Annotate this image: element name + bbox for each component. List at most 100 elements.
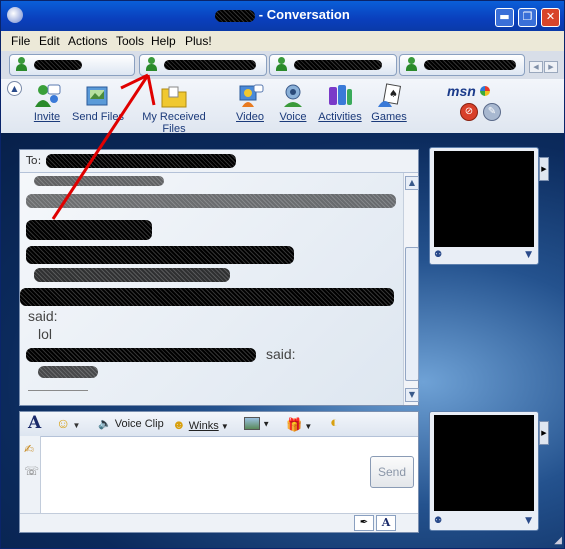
- redacted-recipient: [46, 154, 236, 168]
- chevron-down-icon: ▼: [525, 516, 532, 526]
- speaker-icon: 🔈: [98, 418, 112, 430]
- compose-footer: ✒ A: [20, 513, 418, 532]
- handwriting-icon[interactable]: ✍: [24, 442, 34, 456]
- send-button[interactable]: Send: [370, 456, 414, 488]
- contact-icon: [145, 57, 157, 71]
- message-line: said:: [28, 308, 58, 324]
- send-files-button[interactable]: Send Files: [69, 83, 127, 123]
- video-button[interactable]: Video: [233, 83, 267, 123]
- menu-actions[interactable]: Actions: [68, 34, 107, 48]
- display-picture-footer: ⚉ ▼: [434, 250, 534, 262]
- voice-icon: [284, 84, 302, 107]
- gift-button[interactable]: 🎁 ▼: [286, 417, 312, 433]
- activities-button[interactable]: Activities: [316, 83, 364, 123]
- voice-clip-button[interactable]: 🔈 Voice Clip: [98, 417, 164, 430]
- chevron-down-icon: ▼: [525, 250, 532, 260]
- resize-grip[interactable]: ◢: [554, 535, 562, 546]
- message-line: lol: [38, 326, 53, 342]
- scroll-down-button[interactable]: ▼: [405, 388, 419, 402]
- divider: [28, 390, 88, 391]
- scroll-up-button[interactable]: ▲: [405, 176, 419, 190]
- butterfly-icon: [479, 86, 490, 96]
- gift-icon: 🎁: [286, 417, 303, 432]
- msn-logo-text: msn: [447, 83, 476, 99]
- message-input[interactable]: [42, 436, 364, 514]
- contact-tab[interactable]: [139, 54, 267, 76]
- emoticon-button[interactable]: ☺ ▼: [56, 415, 80, 431]
- camera-icon: ⚉: [434, 250, 443, 260]
- redacted-name: [215, 9, 256, 22]
- send-files-icon: [86, 86, 108, 106]
- activities-icon: [329, 85, 352, 105]
- received-files-button[interactable]: My Received Files: [130, 83, 218, 135]
- conversation-area: To: said: lol said: ▲ ▼ A ☺ ▼ 🔈 Voice Cl…: [1, 133, 564, 548]
- history-scrollbar[interactable]: ▲ ▼: [403, 173, 419, 405]
- block-button[interactable]: ⊘: [460, 103, 478, 121]
- tab-scroll-left-button[interactable]: ◀: [529, 61, 543, 73]
- svg-text:♠: ♠: [389, 89, 398, 100]
- background-button[interactable]: ✎: [483, 103, 501, 121]
- contact-tab[interactable]: [269, 54, 397, 76]
- games-button[interactable]: ♠ Games: [371, 83, 407, 123]
- redacted-message: [26, 246, 294, 264]
- contact-tab[interactable]: [9, 54, 135, 76]
- voice-button[interactable]: Voice: [277, 83, 309, 123]
- nudge-button[interactable]: ◐: [330, 414, 339, 431]
- collapse-dp-button[interactable]: ▶: [539, 157, 549, 181]
- compose-toolbar: A ☺ ▼ 🔈 Voice Clip ☻ Winks ▼ ▼ 🎁 ▼ ◐: [20, 412, 418, 437]
- font-button[interactable]: A: [28, 413, 41, 433]
- display-picture-image: [434, 151, 534, 247]
- winks-button[interactable]: ☻ Winks ▼: [172, 417, 229, 432]
- picture-icon: [244, 417, 260, 430]
- menu-edit[interactable]: Edit: [39, 34, 60, 48]
- winks-label: Winks: [188, 420, 219, 432]
- minimize-button[interactable]: ▬: [495, 8, 514, 27]
- menu-file[interactable]: File: [11, 34, 30, 48]
- invite-icon: [35, 84, 61, 107]
- send-files-label: Send Files: [72, 111, 124, 123]
- menu-plus[interactable]: Plus!: [185, 34, 212, 48]
- message-history[interactable]: To: said: lol said: ▲ ▼: [19, 149, 419, 406]
- display-picture-footer: ⚉ ▼: [434, 516, 534, 528]
- compose-panel: A ☺ ▼ 🔈 Voice Clip ☻ Winks ▼ ▼ 🎁 ▼ ◐ ✍ ☏…: [19, 411, 419, 533]
- voice-clip-label: Voice Clip: [114, 418, 164, 430]
- contact-tab[interactable]: [399, 54, 525, 76]
- contact-icon: [405, 57, 417, 71]
- chevron-down-icon: ▼: [260, 419, 271, 429]
- text-mode-button[interactable]: A: [376, 515, 396, 531]
- window-title-text: - Conversation: [258, 7, 350, 22]
- folder-icon: [161, 86, 187, 108]
- scroll-thumb[interactable]: [405, 247, 419, 381]
- voice-label: Voice: [279, 111, 307, 123]
- contact-display-picture[interactable]: ⚉ ▼: [429, 147, 539, 265]
- collapse-own-dp-button[interactable]: ▶: [539, 421, 549, 445]
- menu-bar: File Edit Actions Tools Help Plus!: [1, 31, 564, 51]
- tab-scroll-right-button[interactable]: ▶: [544, 61, 558, 73]
- background-picker-button[interactable]: ▼: [244, 417, 270, 430]
- contact-icon: [275, 57, 287, 71]
- action-toolbar: ▲ Invite Send Files My Received Files Vi…: [1, 79, 564, 135]
- restore-button[interactable]: ❐: [518, 8, 537, 27]
- menu-tools[interactable]: Tools: [116, 34, 144, 48]
- msn-logo: msn: [447, 83, 490, 99]
- handwriting-mode-button[interactable]: ✒: [354, 515, 374, 531]
- message-line: said:: [266, 346, 296, 362]
- menu-help[interactable]: Help: [151, 34, 176, 48]
- camera-icon: ⚉: [434, 516, 443, 526]
- to-label: To:: [26, 154, 42, 167]
- redacted-name: [34, 60, 82, 70]
- video-icon: [239, 84, 264, 107]
- redacted-name: [294, 60, 382, 70]
- invite-button[interactable]: Invite: [29, 83, 65, 123]
- video-label: Video: [236, 111, 264, 123]
- toolbar-collapse-button[interactable]: ▲: [7, 81, 22, 96]
- contact-icon: [15, 57, 27, 71]
- title-bar[interactable]: - Conversation ▬ ❐ ✕: [1, 1, 564, 31]
- redacted-message: [20, 288, 394, 306]
- own-display-picture[interactable]: ⚉ ▼: [429, 411, 539, 531]
- redacted-message: [38, 366, 98, 378]
- redacted-message: [26, 220, 152, 240]
- wink-icon: ☻: [172, 417, 186, 432]
- close-button[interactable]: ✕: [541, 8, 560, 27]
- typing-icon[interactable]: ☏: [24, 464, 39, 478]
